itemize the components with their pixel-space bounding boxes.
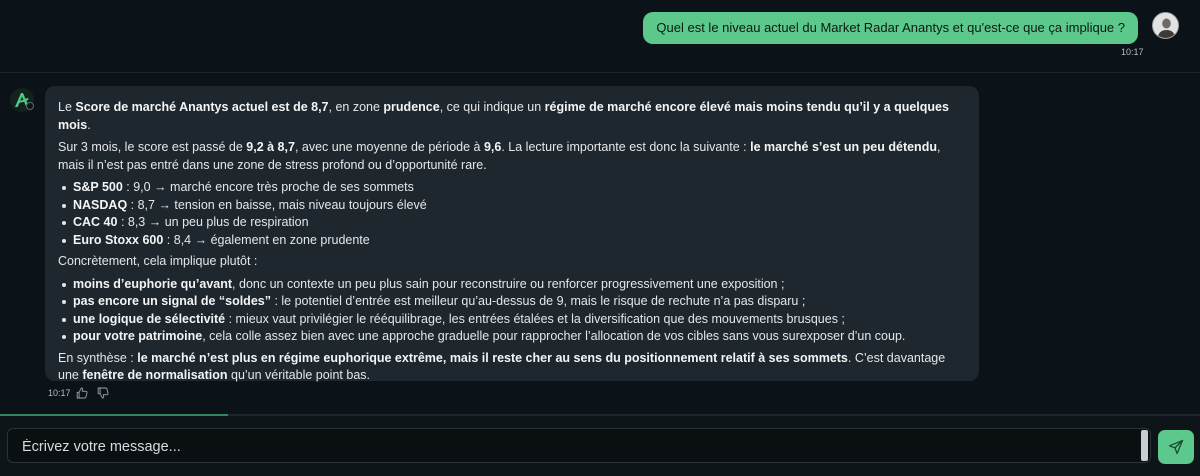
status-dot xyxy=(26,102,34,110)
assistant-message-time: 10:17 xyxy=(48,388,71,398)
thumbs-down-icon[interactable] xyxy=(97,387,109,399)
list-item: NASDAQ : 8,7 → tension en baisse, mais n… xyxy=(62,197,966,215)
implications-list: moins d’euphorie qu’avant, donc un conte… xyxy=(58,276,966,346)
input-scrollbar[interactable] xyxy=(1141,430,1148,461)
trend-paragraph: Sur 3 mois, le score est passé de 9,2 à … xyxy=(58,140,941,172)
list-item: Euro Stoxx 600 : 8,4 → également en zone… xyxy=(62,232,966,250)
summary-paragraph: Le Score de marché Anantys actuel est de… xyxy=(58,100,949,132)
thumbs-up-icon[interactable] xyxy=(76,387,88,399)
list-item: moins d’euphorie qu’avant, donc un conte… xyxy=(62,276,966,294)
message-composer xyxy=(0,416,1200,476)
send-button[interactable] xyxy=(1158,430,1194,464)
chat-thread: Quel est le niveau actuel du Market Rada… xyxy=(0,0,1200,414)
message-divider xyxy=(0,72,1200,73)
send-icon xyxy=(1168,439,1184,455)
user-message-row: Quel est le niveau actuel du Market Rada… xyxy=(643,12,1138,44)
message-input-box xyxy=(7,428,1151,464)
implications-intro: Concrètement, cela implique plutôt : xyxy=(58,254,258,268)
list-item: pas encore un signal de “soldes” : le po… xyxy=(62,293,966,311)
list-item: CAC 40 : 8,3 → un peu plus de respiratio… xyxy=(62,214,966,232)
list-item: une logique de sélectivité : mieux vaut … xyxy=(62,311,966,329)
list-item: pour votre patrimoine, cela colle assez … xyxy=(62,328,966,346)
assistant-message-bubble: Le Score de marché Anantys actuel est de… xyxy=(45,86,979,382)
user-message-time: 10:17 xyxy=(1121,47,1144,57)
synthesis-paragraph: En synthèse : le marché n’est plus en ré… xyxy=(58,350,946,383)
user-avatar xyxy=(1152,12,1179,39)
list-item: S&P 500 : 9,0 → marché encore très proch… xyxy=(62,179,966,197)
user-message-bubble: Quel est le niveau actuel du Market Rada… xyxy=(643,12,1138,44)
message-input[interactable] xyxy=(20,429,1134,464)
index-list: S&P 500 : 9,0 → marché encore très proch… xyxy=(58,179,966,249)
